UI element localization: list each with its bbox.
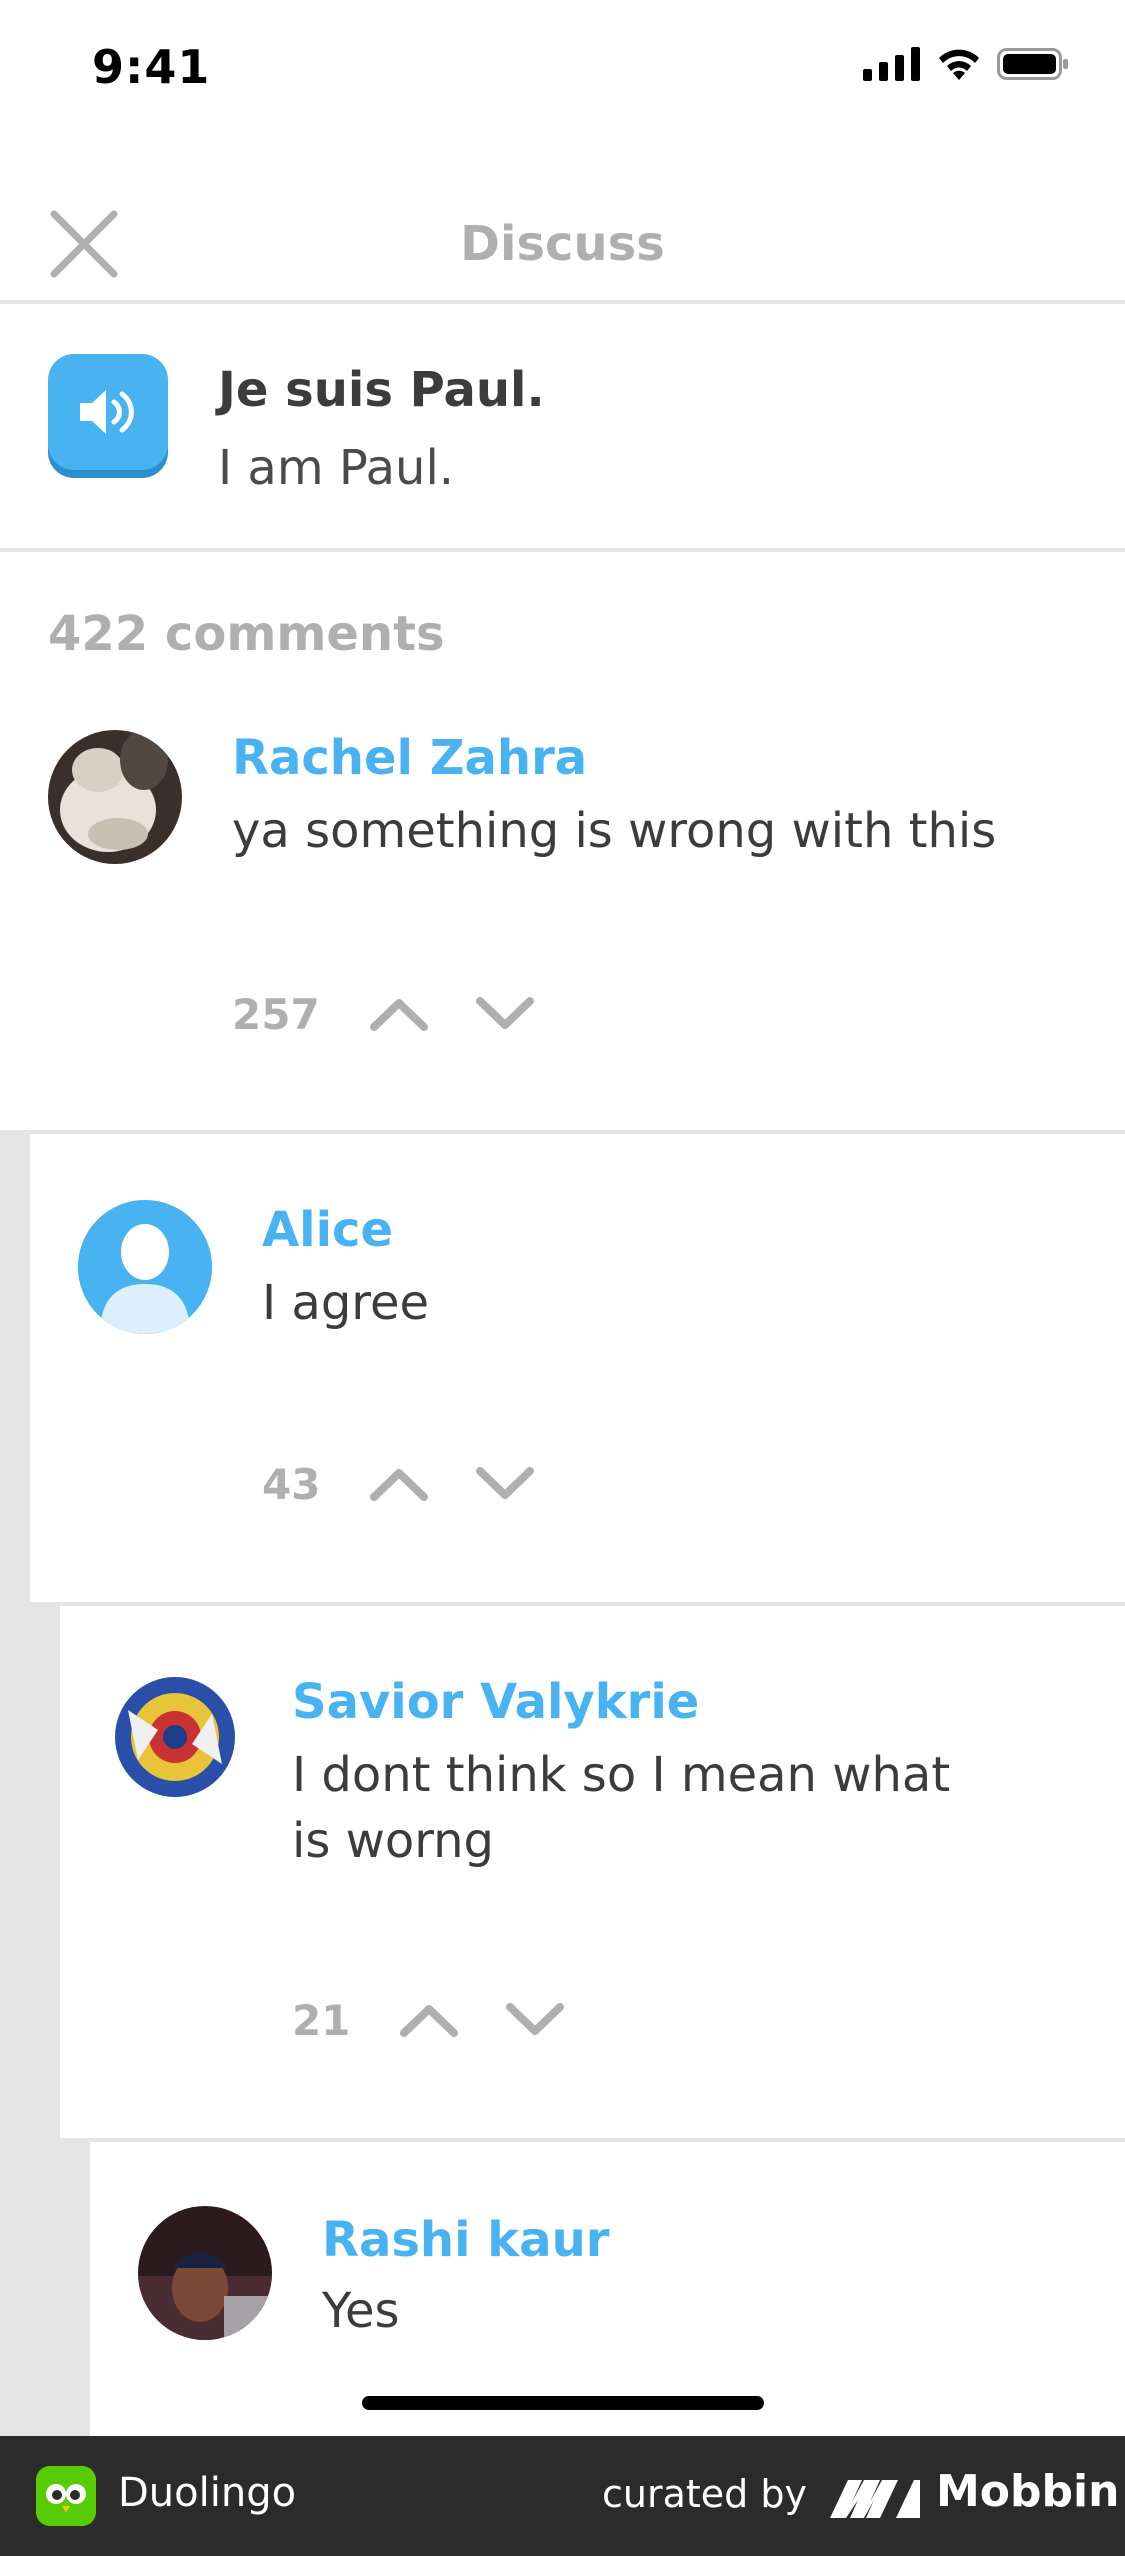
app-name: Duolingo (118, 2470, 297, 2516)
sentence-translation: I am Paul. (218, 440, 455, 496)
comment-text: I agree (262, 1275, 430, 1331)
avatar[interactable] (108, 1670, 242, 1804)
comment-item: Alice I agree 43 (30, 1134, 1125, 1602)
status-icons (863, 46, 1069, 82)
vote-count: 21 (292, 1995, 351, 2045)
comment-item: Rashi kaur Yes (90, 2142, 1125, 2436)
chevron-down-icon (475, 997, 534, 1029)
comment-text: Yes (322, 2283, 400, 2339)
comment-text: I dont think so I mean what is worng (292, 1747, 951, 1869)
chevron-down-icon (506, 2003, 565, 2035)
comment-username[interactable]: Alice (262, 1202, 393, 1258)
upvote-button[interactable] (364, 1454, 434, 1514)
vote-count: 43 (262, 1459, 321, 1509)
upvote-button[interactable] (394, 1990, 464, 2050)
vote-count: 257 (232, 989, 320, 1039)
chevron-up-icon (400, 2005, 459, 2037)
vote-controls: 21 (292, 1990, 606, 2050)
downvote-button[interactable] (500, 1990, 570, 2050)
speaker-icon (80, 390, 134, 434)
vote-controls: 257 (232, 984, 576, 1044)
mobbin-logo-icon (830, 2480, 920, 2518)
comment-username[interactable]: Savior Valykrie (292, 1674, 699, 1730)
wifi-icon (939, 49, 979, 80)
status-bar: 9:41 (0, 0, 1125, 140)
duolingo-owl-icon (36, 2466, 96, 2526)
sentence-card: Je suis Paul. I am Paul. (0, 304, 1125, 552)
comment-username[interactable]: Rashi kaur (322, 2212, 609, 2268)
home-indicator (362, 2396, 764, 2410)
sentence-text: Je suis Paul. (218, 362, 545, 418)
mobbin-brand: Mobbin (936, 2466, 1120, 2517)
comment-text: ya something is wrong with this (232, 803, 997, 859)
status-time: 9:41 (92, 40, 211, 94)
chevron-up-icon (370, 1469, 429, 1501)
footer-bar: Duolingo curated by Mobbin (0, 2436, 1125, 2556)
play-audio-button[interactable] (48, 354, 168, 470)
chevron-down-icon (476, 1467, 535, 1499)
comment-item: Rachel Zahra ya something is wrong with … (0, 700, 1125, 1130)
downvote-button[interactable] (470, 1454, 540, 1514)
avatar[interactable] (138, 2206, 272, 2340)
upvote-button[interactable] (364, 984, 434, 1044)
avatar[interactable] (78, 1200, 212, 1334)
downvote-button[interactable] (470, 984, 540, 1044)
thread-indent-bar (60, 2142, 90, 2436)
page-title: Discuss (460, 216, 665, 272)
thread-indent-bar (30, 1606, 60, 2436)
thread-indent-bar (0, 1134, 30, 2436)
vote-controls: 43 (262, 1454, 576, 1514)
comment-username[interactable]: Rachel Zahra (232, 730, 587, 786)
cellular-signal-icon (863, 47, 920, 81)
discuss-header: Discuss (0, 190, 1125, 304)
comment-item: Savior Valykrie I dont think so I mean w… (60, 1606, 1125, 2138)
battery-icon (997, 48, 1068, 80)
comment-count: 422 comments (48, 606, 445, 662)
curated-label: curated by (602, 2472, 807, 2516)
chevron-up-icon (369, 999, 428, 1031)
avatar[interactable] (48, 730, 182, 864)
